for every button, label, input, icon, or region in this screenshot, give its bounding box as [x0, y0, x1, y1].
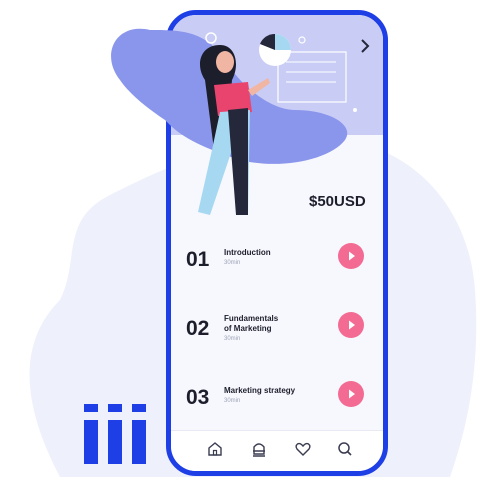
play-icon	[349, 389, 355, 399]
lesson-title: Introduction	[224, 248, 271, 257]
lesson-title: Marketing strategy	[224, 386, 296, 395]
chevron-right-icon[interactable]	[355, 37, 373, 55]
play-button[interactable]	[338, 243, 364, 269]
play-icon	[349, 320, 355, 330]
lesson-duration: 30min	[224, 336, 241, 342]
course-price: $50USD	[309, 193, 366, 210]
lesson-number: 03	[186, 386, 210, 409]
play-button[interactable]	[338, 381, 364, 407]
search-icon[interactable]	[335, 439, 355, 459]
logo-bars	[84, 404, 146, 464]
lesson-duration: 30min	[224, 398, 241, 404]
lesson-title-line2: of Marketing	[224, 324, 272, 333]
home-icon[interactable]	[205, 439, 225, 459]
lesson-number: 02	[186, 317, 210, 340]
phone-screen: $50USD 01 Introduction 30min 02 Fundamen…	[166, 10, 388, 476]
lesson-number: 01	[186, 248, 210, 271]
lesson-item[interactable]: 02 Fundamentals of Marketing 30min	[186, 312, 366, 352]
lesson-item[interactable]: 01 Introduction 30min	[186, 243, 366, 283]
play-icon	[349, 251, 355, 261]
courses-icon[interactable]	[249, 439, 269, 459]
lesson-item[interactable]: 03 Marketing strategy 30min	[186, 381, 366, 421]
chevron-left-icon[interactable]	[179, 37, 197, 55]
lesson-title-line1: Fundamentals	[224, 314, 279, 323]
hero-banner	[171, 15, 383, 135]
bottom-tab-bar	[171, 430, 383, 471]
play-button[interactable]	[338, 312, 364, 338]
lesson-duration: 30min	[224, 260, 241, 266]
heart-icon[interactable]	[293, 439, 313, 459]
